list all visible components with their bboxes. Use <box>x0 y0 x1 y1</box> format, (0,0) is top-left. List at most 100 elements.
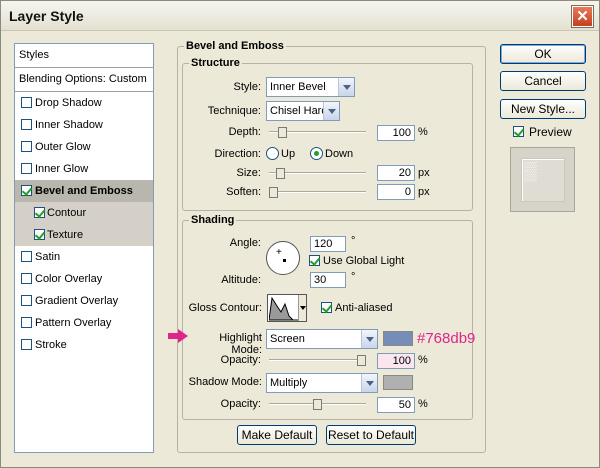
shadow-mode-label: Shadow Mode: <box>188 376 262 388</box>
altitude-input[interactable]: 30 <box>310 272 346 288</box>
highlight-mode-value: Screen <box>270 333 305 345</box>
style-item-contour[interactable]: Contour <box>15 202 153 224</box>
style-checkbox[interactable] <box>21 185 32 196</box>
style-item-color-overlay[interactable]: Color Overlay <box>15 268 153 290</box>
highlight-mode-label: Highlight Mode: <box>219 332 262 356</box>
shadow-mode-value: Multiply <box>270 377 308 389</box>
style-checkbox[interactable] <box>21 97 32 108</box>
highlight-color-swatch[interactable] <box>383 331 413 346</box>
chevron-down-icon <box>323 102 339 120</box>
style-items: Drop Shadow Inner Shadow Outer Glow Inner G… <box>15 92 153 356</box>
style-item-bevel-and-emboss[interactable]: Bevel and Emboss <box>15 180 153 202</box>
style-item-inner-glow[interactable]: Inner Glow <box>15 158 153 180</box>
style-value: Inner Bevel <box>270 81 326 93</box>
shading-title: Shading <box>189 214 237 226</box>
soften-unit: px <box>418 186 430 198</box>
styles-header[interactable]: Styles <box>15 44 153 68</box>
style-item-outer-glow[interactable]: Outer Glow <box>15 136 153 158</box>
cancel-button[interactable]: Cancel <box>500 71 586 91</box>
gloss-contour-picker[interactable] <box>267 294 307 322</box>
highlight-opacity-input[interactable]: 100 <box>377 353 415 369</box>
style-item-drop-shadow[interactable]: Drop Shadow <box>15 92 153 114</box>
layer-style-dialog: Layer Style ✕ Styles Blending Options: C… <box>0 0 600 468</box>
preview-thumbnail: ▒ <box>510 147 575 212</box>
style-checkbox[interactable] <box>21 163 32 174</box>
style-checkbox[interactable] <box>34 229 45 240</box>
reset-to-default-button[interactable]: Reset to Default <box>326 425 416 445</box>
chevron-down-icon <box>338 78 354 96</box>
style-item-satin[interactable]: Satin <box>15 246 153 268</box>
style-item-label: Pattern Overlay <box>35 317 112 329</box>
style-item-label: Bevel and Emboss <box>35 185 133 197</box>
style-item-pattern-overlay[interactable]: Pattern Overlay <box>15 312 153 334</box>
shadow-opacity-input[interactable]: 50 <box>377 397 415 413</box>
style-item-gradient-overlay[interactable]: Gradient Overlay <box>15 290 153 312</box>
altitude-label: Altitude: <box>221 274 261 286</box>
style-checkbox[interactable] <box>21 119 32 130</box>
make-default-button[interactable]: Make Default <box>237 425 317 445</box>
style-item-label: Outer Glow <box>35 141 91 153</box>
style-checkbox[interactable] <box>21 141 32 152</box>
shadow-opacity-unit: % <box>418 398 428 410</box>
size-unit: px <box>418 167 430 179</box>
shadow-opacity-thumb[interactable] <box>313 399 322 410</box>
style-select[interactable]: Inner Bevel <box>266 77 355 97</box>
style-item-texture[interactable]: Texture <box>15 224 153 246</box>
style-item-stroke[interactable]: Stroke <box>15 334 153 356</box>
style-checkbox[interactable] <box>21 273 32 284</box>
global-light-checkbox[interactable] <box>309 255 320 266</box>
pointer-arrow-icon <box>168 329 188 343</box>
anti-aliased-checkbox[interactable] <box>321 302 332 313</box>
global-light-label: Use Global Light <box>323 255 405 267</box>
highlight-opacity-unit: % <box>418 354 428 366</box>
highlight-mode-select[interactable]: Screen <box>266 329 378 349</box>
preview-emboss-icon: ▒ <box>524 161 537 181</box>
depth-slider-thumb[interactable] <box>277 127 287 138</box>
style-checkbox[interactable] <box>21 317 32 328</box>
highlight-opacity-slider[interactable] <box>269 359 366 361</box>
chevron-down-icon <box>361 374 377 392</box>
style-item-label: Texture <box>47 229 84 241</box>
style-item-label: Drop Shadow <box>35 97 102 109</box>
shadow-mode-select[interactable]: Multiply <box>266 373 378 393</box>
chevron-down-icon <box>361 330 377 348</box>
new-style-button[interactable]: New Style... <box>500 99 586 119</box>
size-input[interactable]: 20 <box>377 165 415 181</box>
blending-options[interactable]: Blending Options: Custom <box>15 68 153 92</box>
highlight-opacity-thumb[interactable] <box>357 355 366 366</box>
structure-title: Structure <box>189 57 242 69</box>
style-label: Style: <box>233 81 261 93</box>
shadow-color-swatch[interactable] <box>383 375 413 390</box>
gloss-contour-label: Gloss Contour: <box>188 302 262 314</box>
style-item-label: Stroke <box>35 339 67 351</box>
size-slider-thumb[interactable] <box>276 168 286 179</box>
soften-input[interactable]: 0 <box>377 184 415 200</box>
style-item-label: Contour <box>47 207 87 219</box>
soften-label: Soften: <box>226 186 261 198</box>
angle-input[interactable]: 120 <box>310 236 346 252</box>
direction-up-radio[interactable] <box>266 147 279 160</box>
preview-checkbox[interactable] <box>513 126 524 137</box>
style-checkbox[interactable] <box>21 339 32 350</box>
direction-down-radio[interactable] <box>310 147 323 160</box>
technique-select[interactable]: Chisel Hard <box>266 101 340 121</box>
angle-label: Angle: <box>229 237 261 249</box>
style-item-inner-shadow[interactable]: Inner Shadow <box>15 114 153 136</box>
shadow-opacity-label: Opacity: <box>220 398 261 410</box>
soften-slider-thumb[interactable] <box>269 187 278 198</box>
depth-input[interactable]: 100 <box>377 125 415 141</box>
angle-dial[interactable]: + <box>266 241 300 275</box>
style-item-label: Satin <box>35 251 61 263</box>
ok-button[interactable]: OK <box>500 44 586 64</box>
soften-slider[interactable] <box>269 191 366 193</box>
style-checkbox[interactable] <box>21 295 32 306</box>
direction-up-label: Up <box>281 148 296 160</box>
preview-label: Preview <box>529 125 572 139</box>
style-item-label: Inner Shadow <box>35 119 103 131</box>
technique-value: Chisel Hard <box>270 105 328 117</box>
angle-unit: ° <box>351 235 356 247</box>
close-button[interactable]: ✕ <box>571 5 594 28</box>
style-checkbox[interactable] <box>21 251 32 262</box>
style-checkbox[interactable] <box>34 207 45 218</box>
angle-dot <box>283 259 286 262</box>
